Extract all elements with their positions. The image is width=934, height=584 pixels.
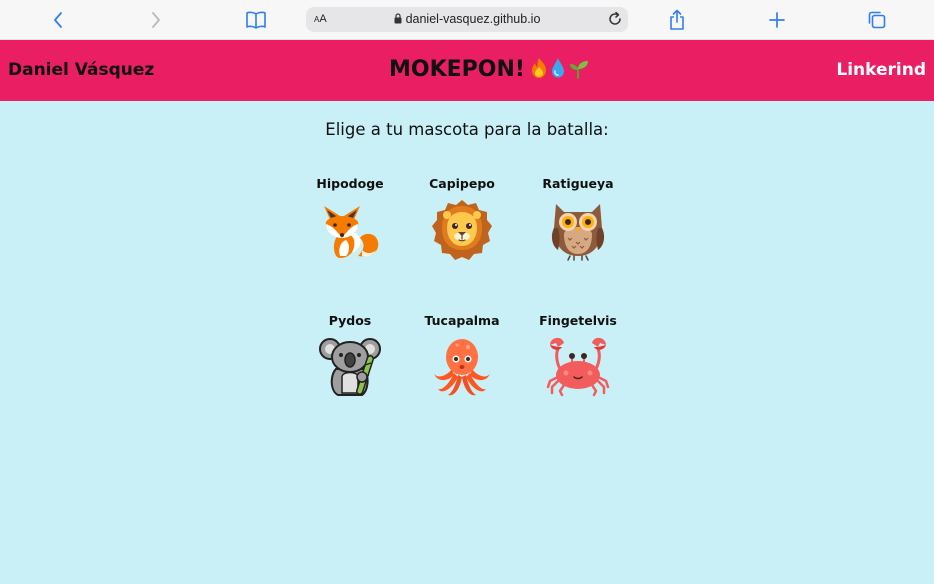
crab-icon — [546, 337, 610, 397]
forward-icon — [152, 12, 160, 28]
new-tab-icon — [769, 12, 785, 28]
linkedin-link[interactable]: Linkerind — [836, 60, 926, 80]
pet-card-pydos[interactable]: Pydos — [295, 307, 405, 417]
pet-card-fingetelvis[interactable]: Fingetelvis — [523, 307, 633, 417]
fox-icon — [324, 206, 379, 258]
browser-toolbar: AA daniel-vasquez.github.io — [0, 0, 934, 40]
pet-name: Ratigueya — [542, 176, 614, 191]
pet-card-tucapalma[interactable]: Tucapalma — [407, 307, 517, 417]
pet-name: Hipodoge — [316, 176, 384, 191]
octopus-icon — [434, 339, 490, 396]
tabs-icon — [868, 11, 886, 29]
back-button[interactable] — [46, 8, 70, 32]
water-drop-icon — [551, 58, 564, 78]
pet-card-capipepo[interactable]: Capipepo — [407, 170, 517, 280]
bookmarks-button[interactable] — [244, 8, 268, 32]
fire-icon — [531, 58, 546, 78]
tabs-button[interactable] — [865, 8, 889, 32]
share-button[interactable] — [665, 8, 689, 32]
pet-name: Capipepo — [429, 176, 495, 191]
pet-name: Fingetelvis — [539, 313, 617, 328]
url-display[interactable]: daniel-vasquez.github.io — [306, 12, 628, 26]
lion-icon — [432, 200, 492, 260]
site-header: Daniel Vásquez MOKEPON! Linkerind — [0, 40, 934, 101]
pet-card-ratigueya[interactable]: Ratigueya — [523, 170, 633, 280]
seedling-icon — [569, 61, 588, 79]
author-name: Daniel Vásquez — [8, 60, 155, 80]
owl-icon — [551, 204, 605, 261]
bookmarks-icon — [246, 11, 266, 29]
selection-prompt: Elige a tu mascota para la batalla: — [325, 120, 609, 139]
game-title: MOKEPON! — [389, 57, 589, 82]
pet-grid: Hipodoge Capipepo Ratigueya Pydos Tucapa… — [300, 170, 634, 420]
forward-button[interactable] — [144, 8, 168, 32]
lock-icon — [394, 13, 402, 24]
url-text: daniel-vasquez.github.io — [405, 12, 541, 26]
address-bar[interactable]: AA daniel-vasquez.github.io — [306, 7, 628, 32]
back-icon — [54, 12, 62, 28]
pet-card-hipodoge[interactable]: Hipodoge — [295, 170, 405, 280]
share-icon — [670, 9, 684, 30]
game-title-text: MOKEPON! — [389, 57, 525, 82]
koala-icon — [319, 338, 381, 396]
pet-name: Tucapalma — [424, 313, 500, 328]
pet-name: Pydos — [328, 313, 372, 328]
new-tab-button[interactable] — [765, 8, 789, 32]
reload-icon[interactable] — [607, 11, 623, 27]
